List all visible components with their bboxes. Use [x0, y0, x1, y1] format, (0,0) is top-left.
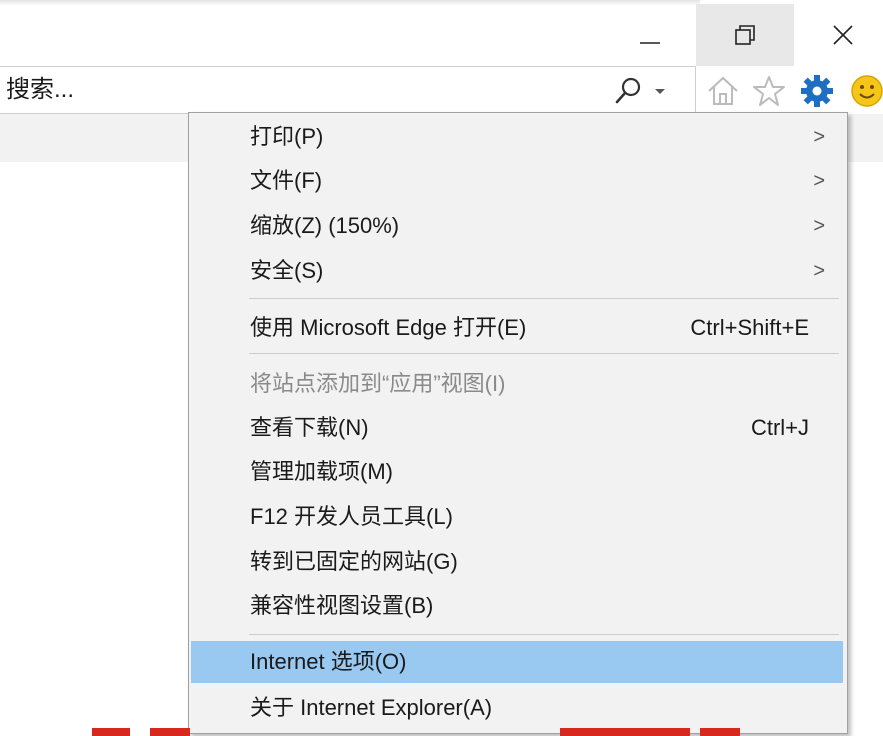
restore-button[interactable] — [696, 4, 794, 66]
submenu-arrow-icon: > — [813, 170, 825, 192]
page-annotation-fragment — [700, 728, 740, 736]
tools-menu: 打印(P) > 文件(F) > 缩放(Z) (150%) > 安全(S) > 使… — [188, 112, 848, 734]
home-icon[interactable] — [706, 74, 740, 108]
menu-item-pinned-sites[interactable]: 转到已固定的网站(G) — [191, 541, 843, 583]
menu-item-label: 安全(S) — [250, 258, 324, 283]
favorites-star-icon[interactable] — [752, 74, 786, 108]
menu-item-internet-options[interactable]: Internet 选项(O) — [191, 641, 843, 683]
search-box — [0, 66, 696, 114]
menu-item-label: 打印(P) — [250, 124, 324, 149]
menu-item-add-to-apps-view: 将站点添加到“应用”视图(I) — [191, 363, 843, 405]
menu-item-label: Internet 选项(O) — [250, 649, 407, 674]
close-button[interactable] — [802, 4, 883, 66]
search-icon[interactable] — [612, 75, 644, 107]
menu-item-label: 将站点添加到“应用”视图(I) — [250, 371, 506, 396]
menu-item-zoom[interactable]: 缩放(Z) (150%) > — [191, 205, 843, 247]
page-annotation-fragment — [92, 728, 130, 736]
minimize-icon — [640, 42, 660, 44]
search-input[interactable] — [6, 75, 566, 105]
submenu-arrow-icon: > — [813, 215, 825, 237]
menu-item-label: 缩放(Z) (150%) — [250, 213, 400, 238]
page-annotation-fragment — [560, 728, 690, 736]
menu-item-label: 兼容性视图设置(B) — [250, 593, 434, 618]
menu-separator — [249, 353, 839, 354]
minimize-button[interactable] — [620, 4, 680, 66]
menu-item-label: 文件(F) — [250, 168, 323, 193]
menu-item-compatibility-view[interactable]: 兼容性视图设置(B) — [191, 585, 843, 627]
menu-item-file[interactable]: 文件(F) > — [191, 160, 843, 202]
menu-item-view-downloads[interactable]: 查看下载(N) Ctrl+J — [191, 407, 843, 449]
menu-item-shortcut: Ctrl+J — [750, 415, 809, 440]
page-annotation-fragment — [150, 728, 190, 736]
close-icon — [832, 25, 853, 45]
menu-item-label: 关于 Internet Explorer(A) — [250, 695, 493, 720]
menu-separator — [249, 634, 839, 635]
submenu-arrow-icon: > — [813, 126, 825, 148]
tools-gear-icon[interactable] — [800, 74, 834, 108]
menu-item-manage-addons[interactable]: 管理加载项(M) — [191, 451, 843, 493]
menu-item-label: 转到已固定的网站(G) — [250, 549, 458, 574]
menu-item-shortcut: Ctrl+Shift+E — [690, 315, 809, 340]
menu-item-about[interactable]: 关于 Internet Explorer(A) — [191, 687, 843, 729]
menu-item-label: F12 开发人员工具(L) — [250, 504, 453, 529]
chevron-down-icon[interactable] — [652, 81, 668, 101]
menu-item-developer-tools[interactable]: F12 开发人员工具(L) — [191, 496, 843, 538]
menu-item-label: 管理加载项(M) — [250, 459, 393, 484]
title-bar — [0, 0, 883, 66]
submenu-arrow-icon: > — [813, 260, 825, 282]
address-bar-row — [0, 66, 883, 114]
title-bar-shadow — [0, 0, 700, 6]
restore-icon — [735, 25, 755, 45]
feedback-smiley-icon[interactable] — [850, 74, 883, 108]
menu-item-print[interactable]: 打印(P) > — [191, 116, 843, 158]
menu-separator — [249, 298, 839, 299]
menu-item-open-in-edge[interactable]: 使用 Microsoft Edge 打开(E) Ctrl+Shift+E — [191, 307, 843, 349]
menu-item-safety[interactable]: 安全(S) > — [191, 250, 843, 292]
menu-item-label: 查看下载(N) — [250, 415, 369, 440]
menu-item-label: 使用 Microsoft Edge 打开(E) — [250, 315, 527, 340]
